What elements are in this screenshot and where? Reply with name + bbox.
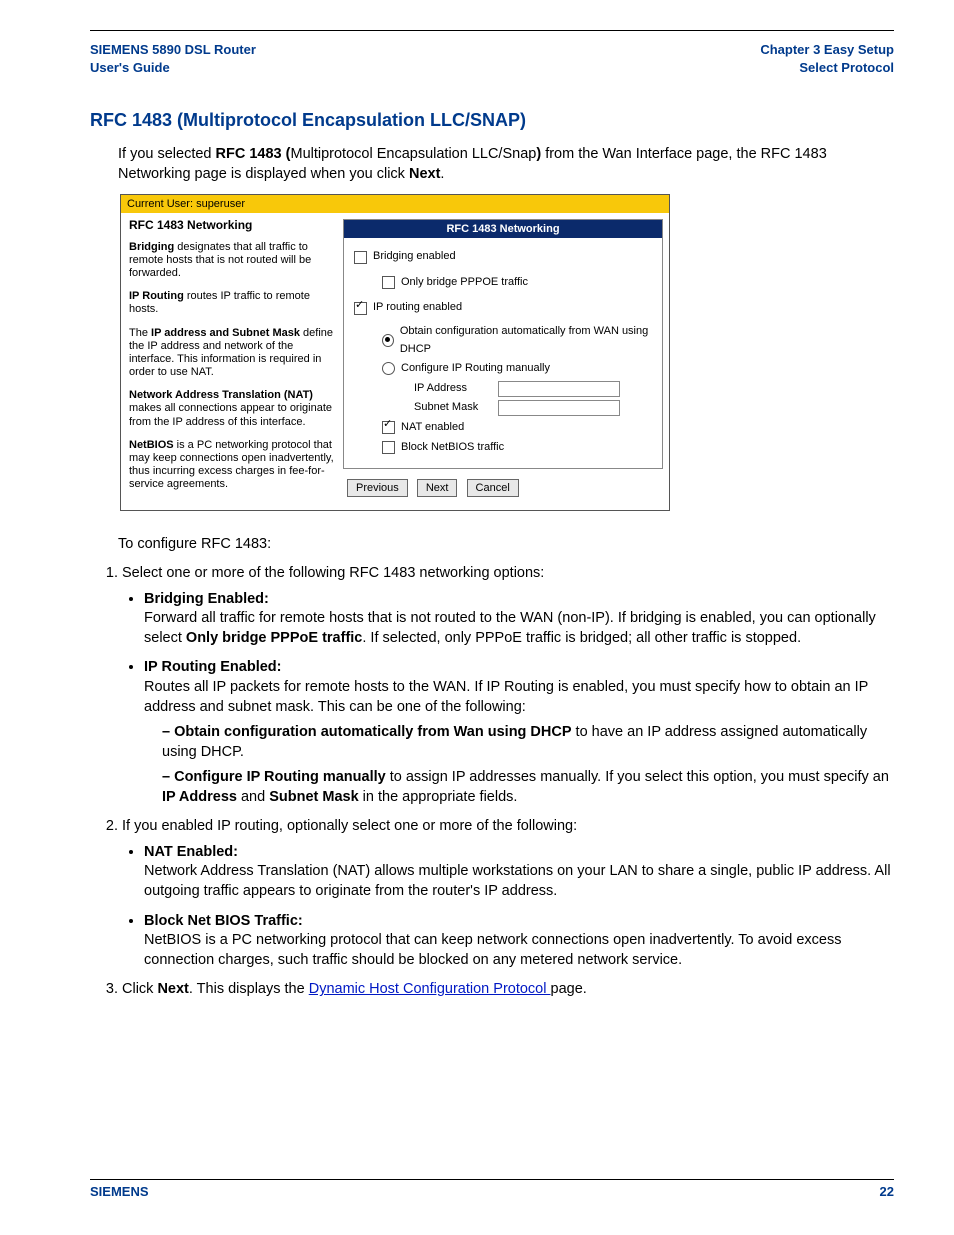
step-1-dhcp: Obtain configuration automatically from … — [162, 723, 894, 762]
ip-routing-checkbox[interactable] — [354, 302, 367, 315]
cancel-button[interactable]: Cancel — [467, 479, 519, 497]
header-product: SIEMENS 5890 DSL Router — [90, 41, 256, 59]
ip-routing-label: IP routing enabled — [373, 299, 462, 317]
nat-enabled-checkbox[interactable] — [382, 421, 395, 434]
page-header: SIEMENS 5890 DSL Router User's Guide Cha… — [90, 31, 894, 82]
embedded-screenshot: Current User: superuser RFC 1483 Network… — [120, 194, 670, 510]
step-1-iprouting: IP Routing Enabled: Routes all IP packet… — [144, 658, 894, 807]
ip-address-label: IP Address — [414, 380, 492, 398]
footer-brand: SIEMENS — [90, 1184, 149, 1199]
obtain-dhcp-label: Obtain configuration automatically from … — [400, 323, 652, 358]
sidebar-title: RFC 1483 Networking — [129, 218, 335, 232]
nat-enabled-label: NAT enabled — [401, 419, 464, 437]
block-netbios-checkbox[interactable] — [382, 441, 395, 454]
rfc1483-panel: RFC 1483 Networking Bridging enabled Onl… — [343, 219, 663, 469]
subnet-mask-input[interactable] — [498, 400, 620, 416]
dhcp-link[interactable]: Dynamic Host Configuration Protocol — [309, 981, 551, 997]
section-title: RFC 1483 (Multiprotocol Encapsulation LL… — [90, 110, 894, 131]
header-guide: User's Guide — [90, 59, 256, 77]
header-chapter: Chapter 3 Easy Setup — [760, 41, 894, 59]
only-bridge-checkbox[interactable] — [382, 276, 395, 289]
step-2-netbios: Block Net BIOS Traffic: NetBIOS is a PC … — [144, 912, 894, 971]
only-bridge-label: Only bridge PPPOE traffic — [401, 274, 528, 292]
step-2: If you enabled IP routing, optionally se… — [122, 817, 894, 970]
step-1: Select one or more of the following RFC … — [122, 564, 894, 807]
footer-page: 22 — [880, 1184, 894, 1199]
current-user-bar: Current User: superuser — [121, 195, 669, 213]
steps-list: Select one or more of the following RFC … — [100, 564, 894, 1000]
header-section: Select Protocol — [760, 59, 894, 77]
bridging-enabled-label: Bridging enabled — [373, 248, 456, 266]
block-netbios-label: Block NetBIOS traffic — [401, 439, 504, 457]
configure-manual-label: Configure IP Routing manually — [401, 360, 550, 378]
screenshot-sidebar: RFC 1483 Networking Bridging designates … — [121, 213, 343, 509]
intro-paragraph: If you selected RFC 1483 (Multiprotocol … — [118, 145, 894, 184]
subnet-mask-label: Subnet Mask — [414, 399, 492, 417]
bridging-enabled-checkbox[interactable] — [354, 251, 367, 264]
step-2-nat: NAT Enabled: Network Address Translation… — [144, 843, 894, 902]
next-button[interactable]: Next — [417, 479, 458, 497]
step-3: Click Next. This displays the Dynamic Ho… — [122, 980, 894, 1000]
step-1-manual: Configure IP Routing manually to assign … — [162, 768, 894, 807]
previous-button[interactable]: Previous — [347, 479, 408, 497]
obtain-dhcp-radio[interactable] — [382, 334, 394, 347]
panel-header: RFC 1483 Networking — [344, 220, 662, 238]
ip-address-input[interactable] — [498, 381, 620, 397]
configure-manual-radio[interactable] — [382, 362, 395, 375]
step-1-bridging: Bridging Enabled: Forward all traffic fo… — [144, 590, 894, 649]
configure-lead: To configure RFC 1483: — [118, 535, 894, 555]
